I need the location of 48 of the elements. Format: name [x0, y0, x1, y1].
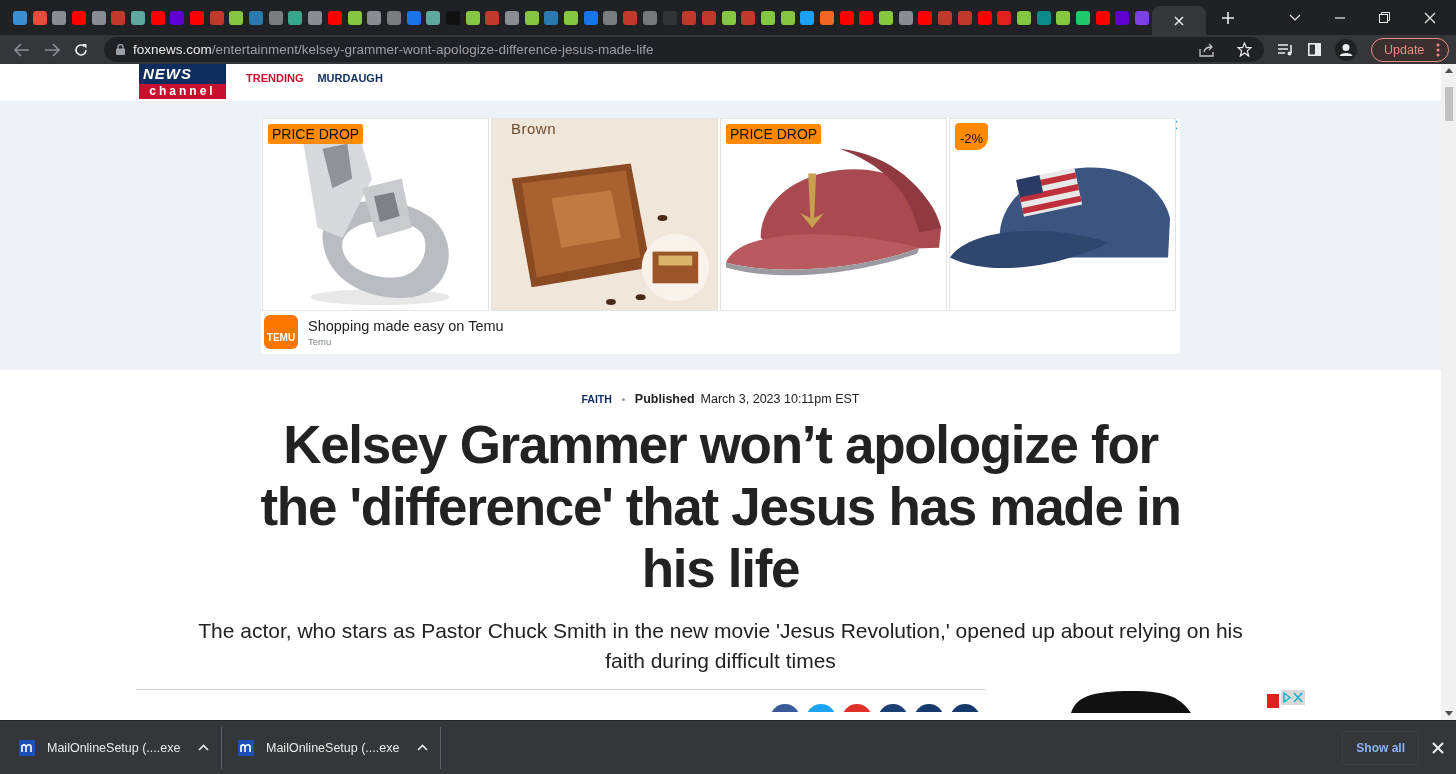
scroll-thumb[interactable] [1444, 87, 1453, 121]
minimize-icon[interactable] [1335, 16, 1345, 19]
side-panel-icon[interactable] [1308, 43, 1321, 56]
scroll-down-icon[interactable] [1444, 711, 1453, 716]
new-tab-icon[interactable] [1221, 11, 1234, 24]
forward-icon[interactable] [44, 42, 60, 57]
close-icon[interactable] [1173, 15, 1184, 26]
media-queue-icon[interactable] [1278, 43, 1294, 56]
headline: Kelsey Grammer won’t apologize for the 'difference' that Jesus has made in his life [259, 414, 1182, 600]
close-icon[interactable] [1432, 741, 1444, 754]
browser-tab[interactable] [1151, 6, 1206, 35]
published-date: March 3, 2023 10:11pm EST [700, 392, 860, 406]
reload-icon[interactable] [74, 42, 88, 57]
ad-choices-icon[interactable] [1266, 690, 1305, 708]
caret-up-icon[interactable] [417, 744, 428, 751]
subheadline: The actor, who stars as Pastor Chuck Smith in the new movie 'Jesus Revolution,' opened up about relying on his faith during difficult times [197, 618, 1244, 674]
ad-headline[interactable]: Shopping made easy on Temu [308, 317, 504, 334]
file-icon [19, 739, 35, 756]
update-button[interactable]: Update [1371, 37, 1450, 62]
temu-logo: TEMU [264, 315, 298, 349]
advertiser-name: Temu [308, 335, 333, 347]
share-icon[interactable] [1199, 42, 1215, 57]
show-all-button[interactable]: Show all [1342, 730, 1419, 765]
back-icon[interactable] [14, 42, 30, 57]
star-icon[interactable] [1237, 42, 1252, 57]
separator-dot [621, 397, 625, 401]
ad-card[interactable]: PRICE DROP Brown PRICE DROP -2% TEMU Shopping made easy on Temu Temu [261, 118, 1180, 354]
scroll-up-icon[interactable] [1444, 68, 1453, 73]
nav-link[interactable]: TRENDING [246, 72, 304, 84]
download-item[interactable]: MailOnlineSetup (....exe [238, 739, 440, 756]
nav-link[interactable]: MURDAUGH [317, 72, 383, 84]
published-label: Published [634, 392, 695, 406]
file-icon [238, 739, 254, 756]
chevron-down-icon[interactable] [1289, 13, 1301, 22]
caret-up-icon[interactable] [198, 744, 209, 751]
download-item[interactable]: MailOnlineSetup (....exe [19, 739, 221, 756]
lock-icon [116, 44, 125, 55]
profile-icon[interactable] [1335, 38, 1357, 61]
more-icon[interactable] [1436, 42, 1441, 57]
category-link[interactable]: FAITH [581, 393, 612, 405]
scrollbar[interactable] [1441, 64, 1456, 720]
close-icon[interactable] [1424, 11, 1436, 24]
price-badge: PRICE DROP [268, 124, 364, 144]
price-badge: -2% [955, 123, 989, 150]
restore-icon[interactable] [1379, 12, 1390, 23]
address-field[interactable]: foxnews.com/entertainment/kelsey-grammer-wont-apologize-difference-jesus-made-life [104, 37, 1264, 62]
product-label: Brown [511, 120, 557, 137]
price-badge: PRICE DROP [726, 124, 822, 144]
